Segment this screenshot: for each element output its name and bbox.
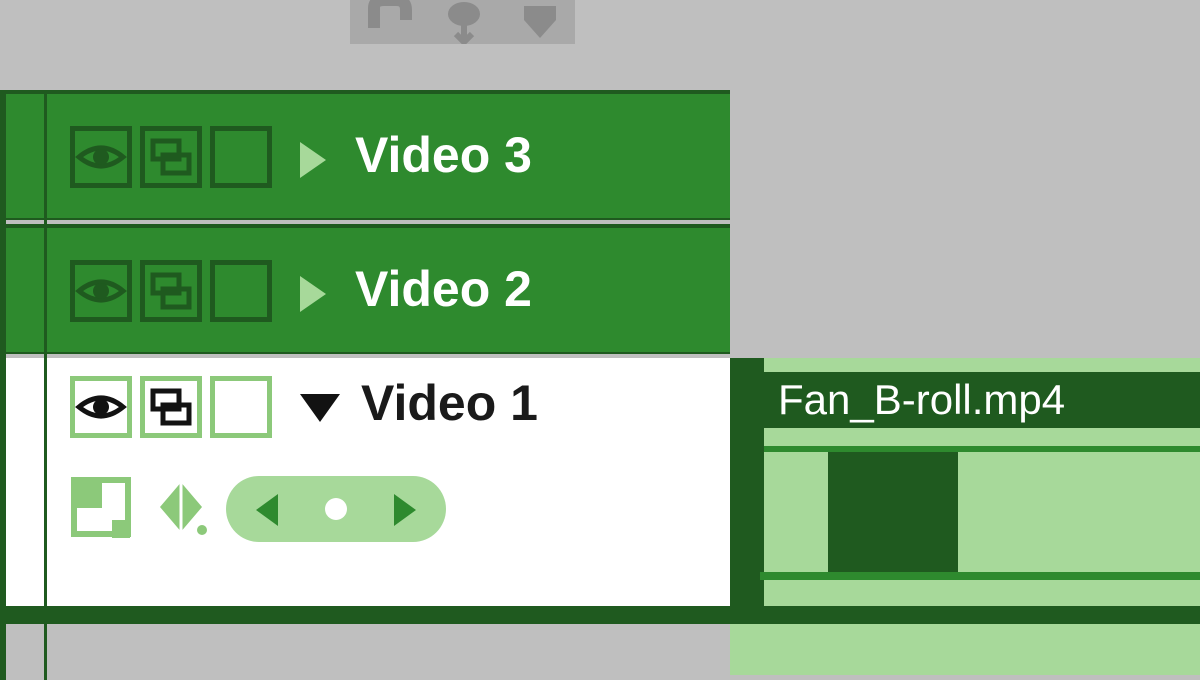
track-timeline-video3[interactable]: [730, 90, 1200, 220]
set-display-style-button[interactable]: [140, 376, 202, 438]
track-timeline-video2[interactable]: [730, 224, 1200, 354]
frame-blend-button[interactable]: [70, 476, 132, 538]
toggle-visibility-button[interactable]: [70, 126, 132, 188]
timeline-toolbar: [0, 0, 1200, 90]
clip-thumbnail: [828, 452, 958, 572]
set-display-style-button[interactable]: [140, 260, 202, 322]
clip-name-label[interactable]: Fan_B-roll.mp4: [764, 372, 1200, 428]
prev-keyframe-button[interactable]: [256, 494, 278, 526]
clip-rubber-band[interactable]: [760, 572, 1200, 580]
show-keyframes-button[interactable]: [152, 478, 200, 526]
track-audio-area[interactable]: [0, 624, 1200, 675]
track-lock-button[interactable]: [210, 260, 272, 322]
collapse-track-button[interactable]: [300, 394, 340, 422]
track-name-label[interactable]: Video 1: [361, 374, 538, 432]
track-header-video2[interactable]: Video 2: [0, 224, 730, 354]
clip-left-edge: [730, 358, 764, 608]
next-keyframe-button[interactable]: [394, 494, 416, 526]
add-keyframe-button[interactable]: [325, 498, 347, 520]
track-lock-button[interactable]: [210, 376, 272, 438]
track-separator: [0, 606, 1200, 624]
track-name-label[interactable]: Video 3: [355, 126, 532, 184]
keyframe-navigator: [226, 476, 446, 542]
toolbar-tool-group: [350, 0, 575, 44]
marker-icon[interactable]: [442, 0, 486, 44]
toggle-visibility-button[interactable]: [70, 260, 132, 322]
expand-track-button[interactable]: [300, 142, 326, 178]
expand-track-button[interactable]: [300, 276, 326, 312]
track-header-video3[interactable]: Video 3: [0, 90, 730, 220]
toggle-visibility-button[interactable]: [70, 376, 132, 438]
playhead-icon[interactable]: [518, 2, 562, 44]
track-audio-header: [0, 624, 730, 675]
track-header-video1[interactable]: Video 1: [6, 358, 730, 608]
track-timeline-video1[interactable]: Fan_B-roll.mp4: [730, 358, 1200, 608]
track-header-edge: [0, 90, 6, 680]
track-lock-button[interactable]: [210, 126, 272, 188]
set-display-style-button[interactable]: [140, 126, 202, 188]
track-lock-column-divider: [44, 90, 47, 680]
track-name-label[interactable]: Video 2: [355, 260, 532, 318]
snap-icon[interactable]: [362, 0, 412, 44]
